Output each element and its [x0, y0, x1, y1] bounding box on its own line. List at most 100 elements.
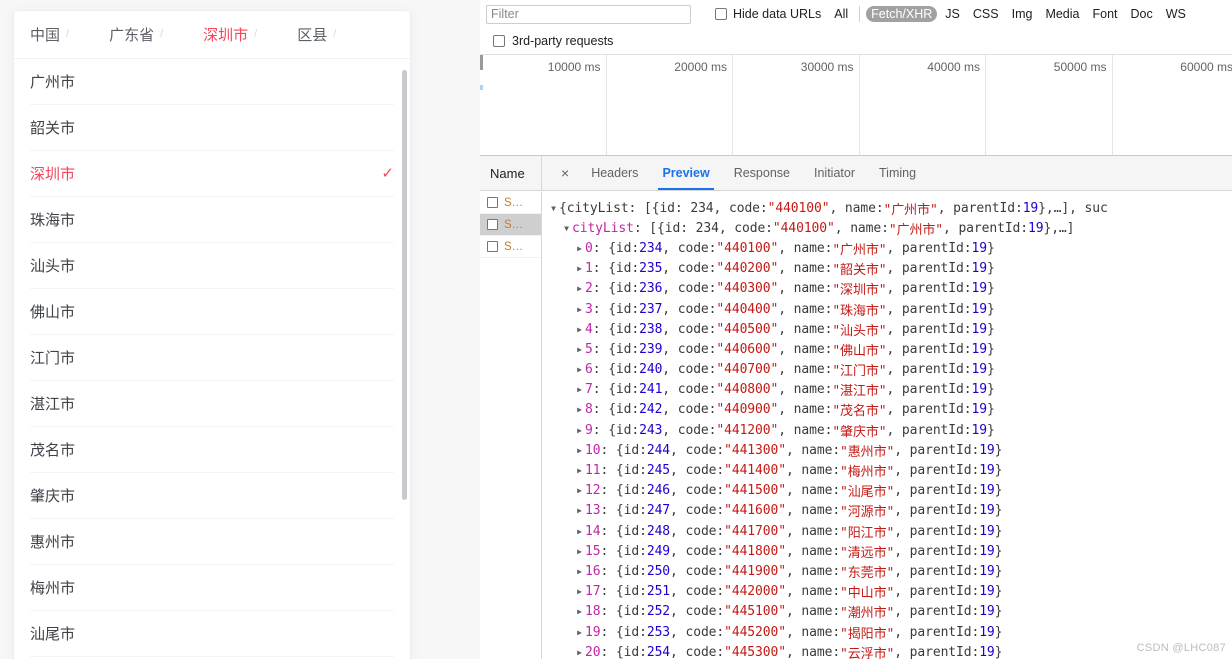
- city-list-item[interactable]: 茂名市: [30, 427, 394, 473]
- disclosure-collapsed-icon[interactable]: ▶: [574, 385, 585, 394]
- city-list-item[interactable]: 汕头市: [30, 243, 394, 289]
- city-list-item[interactable]: 梅州市: [30, 565, 394, 611]
- json-line[interactable]: ▶ 15: {id: 249, code: "441800", name: "清远…: [542, 541, 1232, 561]
- timeline-cell: 40000 ms: [860, 55, 986, 155]
- json-line[interactable]: ▶ 7: {id: 241, code: "440800", name: "湛江市…: [542, 380, 1232, 400]
- city-list-scrollbar[interactable]: [402, 70, 407, 500]
- city-list-item[interactable]: 湛江市: [30, 381, 394, 427]
- json-line[interactable]: ▶ 12: {id: 246, code: "441500", name: "汕尾…: [542, 481, 1232, 501]
- json-line[interactable]: ▶ 3: {id: 237, code: "440400", name: "珠海市…: [542, 299, 1232, 319]
- json-token: , parentId:: [894, 644, 980, 659]
- request-row[interactable]: S…: [480, 192, 541, 214]
- filter-type-img[interactable]: Img: [1007, 6, 1038, 22]
- json-line[interactable]: ▶ 2: {id: 236, code: "440300", name: "深圳市…: [542, 279, 1232, 299]
- city-list[interactable]: 广州市 韶关市 深圳市 ✓ 珠海市 汕头市 佛山市 江门市 湛江市 茂名市 肇庆市 惠州市 梅州市 汕尾市: [14, 59, 410, 659]
- disclosure-expanded-icon[interactable]: ▼: [561, 224, 572, 233]
- json-line[interactable]: ▶ 0: {id: 234, code: "440100", name: "广州市…: [542, 238, 1232, 258]
- disclosure-collapsed-icon[interactable]: ▶: [574, 405, 585, 414]
- disclosure-collapsed-icon[interactable]: ▶: [574, 648, 585, 657]
- city-list-item[interactable]: 广州市: [30, 59, 394, 105]
- region-tab-1[interactable]: 广东省 /: [109, 24, 163, 45]
- city-list-item[interactable]: 佛山市: [30, 289, 394, 335]
- region-tab-3[interactable]: 区县 /: [297, 24, 336, 45]
- disclosure-collapsed-icon[interactable]: ▶: [574, 607, 585, 616]
- requests-list[interactable]: S… S… S…: [480, 192, 542, 659]
- json-array-index: 8: [585, 402, 593, 418]
- filter-type-ws[interactable]: WS: [1161, 6, 1191, 22]
- json-line[interactable]: ▶ 8: {id: 242, code: "440900", name: "茂名市…: [542, 400, 1232, 420]
- disclosure-collapsed-icon[interactable]: ▶: [574, 345, 585, 354]
- json-name-value: "清远市": [840, 545, 895, 561]
- json-line[interactable]: ▶ 6: {id: 240, code: "440700", name: "江门市…: [542, 360, 1232, 380]
- filter-type-font[interactable]: Font: [1087, 6, 1122, 22]
- filter-type-doc[interactable]: Doc: [1126, 6, 1158, 22]
- tab-initiator[interactable]: Initiator: [802, 156, 867, 190]
- third-party-requests-checkbox[interactable]: [493, 35, 505, 47]
- disclosure-collapsed-icon[interactable]: ▶: [574, 587, 585, 596]
- json-line[interactable]: ▶ 5: {id: 239, code: "440600", name: "佛山市…: [542, 339, 1232, 359]
- region-tab-2[interactable]: 深圳市 /: [203, 24, 257, 45]
- city-list-item[interactable]: 肇庆市: [30, 473, 394, 519]
- city-list-item[interactable]: 江门市: [30, 335, 394, 381]
- requests-name-column-header[interactable]: Name: [480, 156, 542, 190]
- disclosure-collapsed-icon[interactable]: ▶: [574, 446, 585, 455]
- json-line[interactable]: ▶ 10: {id: 244, code: "441300", name: "惠州…: [542, 440, 1232, 460]
- hide-data-urls-checkbox[interactable]: [715, 8, 727, 20]
- json-line[interactable]: ▶ 4: {id: 238, code: "440500", name: "汕头市…: [542, 319, 1232, 339]
- json-line[interactable]: ▼ cityList: [{id: 234, code: "440100", na…: [542, 218, 1232, 238]
- disclosure-collapsed-icon[interactable]: ▶: [574, 325, 585, 334]
- json-name-value: "东莞市": [840, 565, 895, 581]
- filter-input[interactable]: [486, 4, 691, 24]
- disclosure-collapsed-icon[interactable]: ▶: [574, 284, 585, 293]
- disclosure-collapsed-icon[interactable]: ▶: [574, 547, 585, 556]
- preview-json-viewer[interactable]: ▼ {cityList: [{id: 234, code: "440100", n…: [542, 192, 1232, 659]
- json-line[interactable]: ▶ 13: {id: 247, code: "441600", name: "河源…: [542, 501, 1232, 521]
- city-list-item[interactable]: 汕尾市: [30, 611, 394, 657]
- json-line[interactable]: ▶ 14: {id: 248, code: "441700", name: "阳江…: [542, 521, 1232, 541]
- disclosure-collapsed-icon[interactable]: ▶: [574, 244, 585, 253]
- json-line[interactable]: ▶ 18: {id: 252, code: "445100", name: "潮州…: [542, 602, 1232, 622]
- request-checkbox[interactable]: [487, 241, 498, 252]
- disclosure-collapsed-icon[interactable]: ▶: [574, 628, 585, 637]
- disclosure-collapsed-icon[interactable]: ▶: [574, 305, 585, 314]
- request-checkbox[interactable]: [487, 197, 498, 208]
- close-icon[interactable]: ×: [551, 166, 579, 180]
- request-row[interactable]: S…: [480, 236, 541, 258]
- disclosure-collapsed-icon[interactable]: ▶: [574, 365, 585, 374]
- disclosure-collapsed-icon[interactable]: ▶: [574, 486, 585, 495]
- filter-type-css[interactable]: CSS: [968, 6, 1004, 22]
- city-list-item[interactable]: 珠海市: [30, 197, 394, 243]
- disclosure-collapsed-icon[interactable]: ▶: [574, 506, 585, 515]
- city-list-item[interactable]: 韶关市: [30, 105, 394, 151]
- filter-type-media[interactable]: Media: [1040, 6, 1084, 22]
- json-token: }: [994, 483, 1003, 499]
- json-line[interactable]: ▶ 19: {id: 253, code: "445200", name: "揭阳…: [542, 622, 1232, 642]
- tab-timing[interactable]: Timing: [867, 156, 928, 190]
- city-list-item[interactable]: 深圳市 ✓: [30, 151, 394, 197]
- json-line[interactable]: ▼ {cityList: [{id: 234, code: "440100", n…: [542, 198, 1232, 218]
- tab-headers[interactable]: Headers: [579, 156, 650, 190]
- filter-type-fetch-xhr[interactable]: Fetch/XHR: [866, 6, 938, 22]
- disclosure-collapsed-icon[interactable]: ▶: [574, 466, 585, 475]
- city-list-item[interactable]: 惠州市: [30, 519, 394, 565]
- request-row[interactable]: S…: [480, 214, 541, 236]
- disclosure-collapsed-icon[interactable]: ▶: [574, 426, 585, 435]
- request-checkbox[interactable]: [487, 219, 498, 230]
- json-line[interactable]: ▶ 16: {id: 250, code: "441900", name: "东莞…: [542, 561, 1232, 581]
- tab-response[interactable]: Response: [722, 156, 802, 190]
- json-line[interactable]: ▶ 17: {id: 251, code: "442000", name: "中山…: [542, 582, 1232, 602]
- json-line[interactable]: ▶ 20: {id: 254, code: "445300", name: "云浮…: [542, 642, 1232, 659]
- tab-preview[interactable]: Preview: [650, 156, 721, 190]
- json-line[interactable]: ▶ 9: {id: 243, code: "441200", name: "肇庆市…: [542, 420, 1232, 440]
- json-parentid-value: 19: [979, 644, 995, 659]
- json-line[interactable]: ▶ 1: {id: 235, code: "440200", name: "韶关市…: [542, 259, 1232, 279]
- disclosure-expanded-icon[interactable]: ▼: [548, 204, 559, 213]
- disclosure-collapsed-icon[interactable]: ▶: [574, 264, 585, 273]
- region-tab-0[interactable]: 中国 /: [30, 24, 69, 45]
- filter-type-all[interactable]: All: [829, 6, 853, 22]
- json-line[interactable]: ▶ 11: {id: 245, code: "441400", name: "梅州…: [542, 460, 1232, 480]
- filter-type-js[interactable]: JS: [940, 6, 965, 22]
- disclosure-collapsed-icon[interactable]: ▶: [574, 567, 585, 576]
- disclosure-collapsed-icon[interactable]: ▶: [574, 527, 585, 536]
- network-overview-timeline[interactable]: 10000 ms 20000 ms 30000 ms 40000 ms 50000 ms…: [480, 55, 1232, 156]
